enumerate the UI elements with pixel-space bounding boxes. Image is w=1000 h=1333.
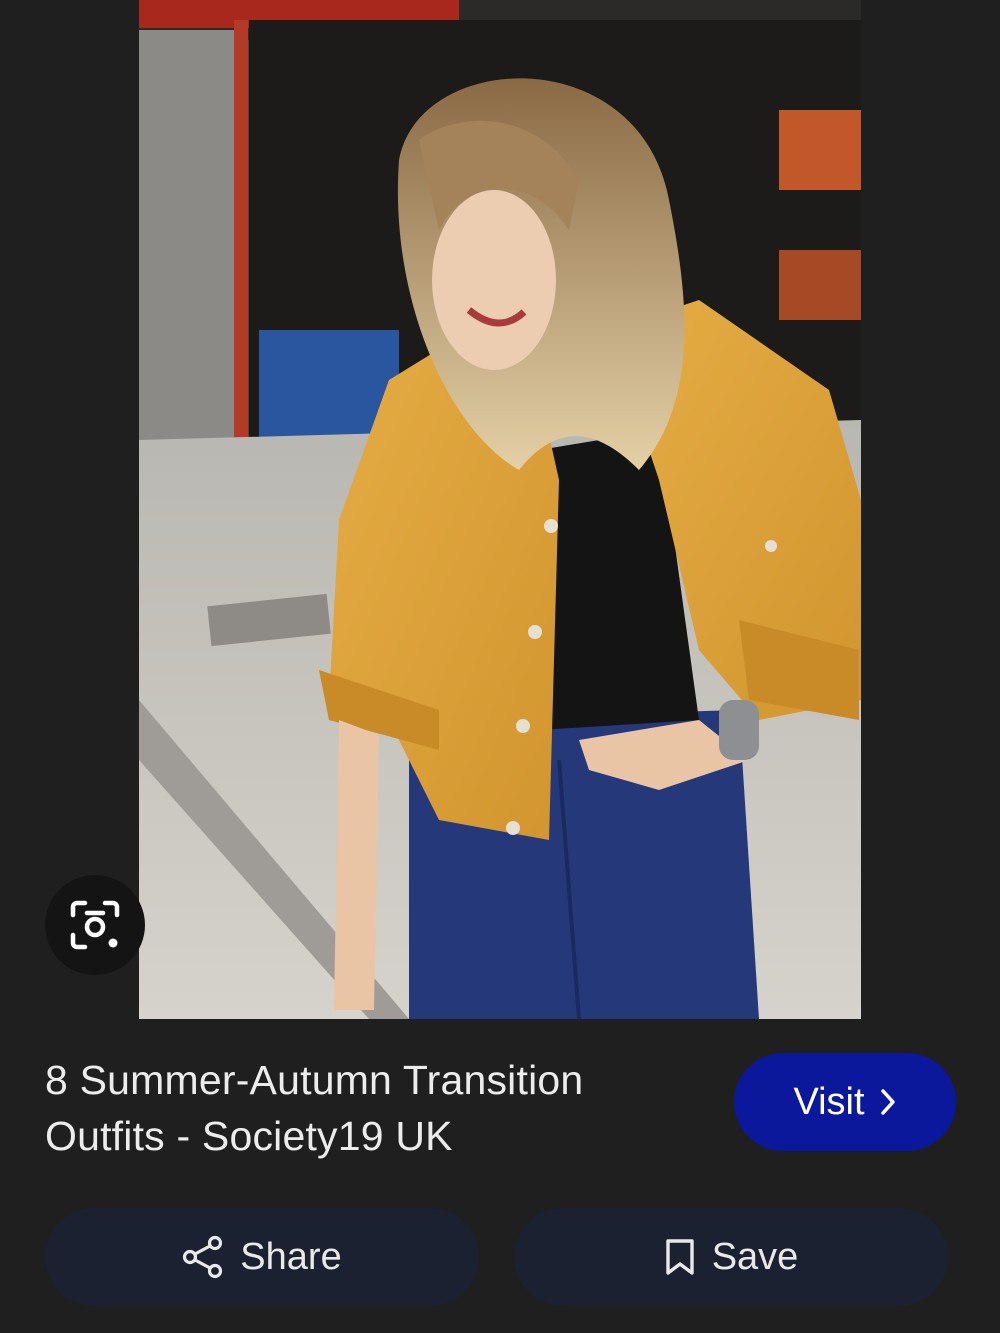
share-label: Share <box>240 1235 342 1278</box>
bookmark-icon <box>664 1237 696 1277</box>
save-label: Save <box>711 1235 799 1278</box>
share-button[interactable]: Share <box>45 1208 479 1306</box>
visual-search-button[interactable] <box>45 875 145 975</box>
pin-title: 8 Summer-Autumn Transition Outfits - Soc… <box>45 1057 584 1159</box>
share-icon <box>182 1235 224 1279</box>
visit-label: Visit <box>793 1080 865 1123</box>
chevron-right-icon <box>879 1087 897 1117</box>
camera-search-icon <box>69 899 121 951</box>
pin-detail-screen: 8 Summer-Autumn Transition Outfits - Soc… <box>0 0 1000 1333</box>
save-button[interactable]: Save <box>514 1208 948 1306</box>
pin-image[interactable] <box>139 0 861 1019</box>
visit-button[interactable]: Visit <box>734 1053 956 1151</box>
